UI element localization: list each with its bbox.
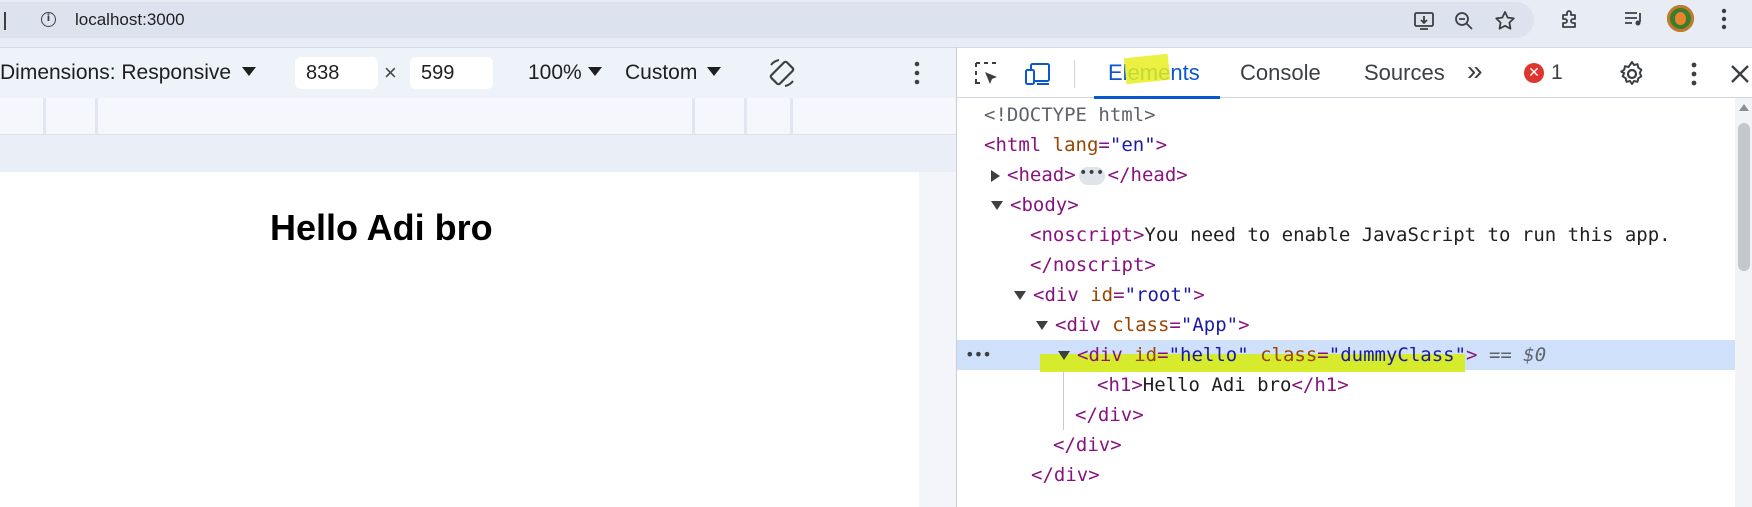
- tree-row-body[interactable]: <body>: [957, 190, 1735, 220]
- tree-row-div-close[interactable]: </div>: [957, 430, 1735, 460]
- row-menu-icon[interactable]: •••: [965, 340, 992, 370]
- error-count[interactable]: 1: [1551, 61, 1563, 85]
- noscript-tag[interactable]: <noscript>: [1030, 224, 1144, 246]
- tree-row-div-close[interactable]: </div>: [957, 460, 1735, 490]
- throttle-dropdown[interactable]: Custom: [625, 61, 697, 85]
- collapse-arrow-icon[interactable]: [991, 201, 1003, 210]
- tab-sources[interactable]: Sources: [1364, 60, 1445, 86]
- zoom-dropdown[interactable]: 100%: [528, 61, 582, 85]
- attr-value[interactable]: "dummyClass": [1329, 344, 1466, 366]
- attr-name[interactable]: class: [1260, 344, 1317, 366]
- media-query-divider: [790, 98, 793, 134]
- zoom-chevron-icon[interactable]: [588, 67, 602, 76]
- tree-row-div-close[interactable]: </div>: [957, 400, 1735, 430]
- viewport-gutter: [919, 172, 956, 507]
- device-more-icon[interactable]: [914, 61, 920, 85]
- head-close-tag[interactable]: </head>: [1108, 164, 1188, 186]
- attr-name[interactable]: id: [1134, 344, 1157, 366]
- noscript-close-tag[interactable]: </noscript>: [1030, 250, 1156, 280]
- error-icon[interactable]: ✕: [1524, 63, 1544, 83]
- tab-separator: [1074, 60, 1075, 88]
- times-symbol: ×: [384, 60, 397, 85]
- attr-name[interactable]: id: [1090, 284, 1113, 306]
- address-bar[interactable]: i localhost:3000: [0, 2, 1534, 38]
- browser-menu-icon[interactable]: [1721, 8, 1727, 30]
- page-heading: Hello Adi bro: [270, 207, 493, 248]
- more-tabs-icon[interactable]: »: [1467, 55, 1483, 87]
- devtools-panel: Elements Console Sources » ✕ 1 <!DOCTYPE…: [956, 47, 1752, 507]
- h1-tag[interactable]: <h1>: [1097, 374, 1143, 396]
- close-devtools-icon[interactable]: [1725, 59, 1752, 89]
- selected-node-marker: == $0: [1488, 344, 1547, 366]
- attr-value[interactable]: "root": [1125, 284, 1194, 306]
- height-input[interactable]: 599: [410, 57, 493, 89]
- device-toolbar: Dimensions: Responsive 838 × 599 100% Cu…: [0, 47, 956, 98]
- devtools-tabbar: Elements Console Sources » ✕ 1: [957, 47, 1752, 99]
- attr-value[interactable]: "App": [1181, 314, 1238, 336]
- media-query-bar[interactable]: [0, 98, 956, 134]
- attr-name[interactable]: lang: [1053, 134, 1099, 156]
- tree-row-noscript-close[interactable]: </noscript>: [957, 250, 1735, 280]
- expand-arrow-icon[interactable]: [991, 169, 1000, 182]
- tab-console[interactable]: Console: [1240, 60, 1321, 86]
- attr-value[interactable]: "en": [1110, 134, 1156, 156]
- collapse-arrow-icon[interactable]: [1014, 291, 1026, 300]
- marker-highlight: [1123, 53, 1171, 85]
- devtools-menu-icon[interactable]: [1679, 59, 1709, 89]
- h1-text[interactable]: Hello Adi bro: [1143, 374, 1292, 396]
- tree-row-noscript[interactable]: <noscript>You need to enable JavaScript …: [957, 220, 1735, 250]
- attr-value[interactable]: "hello": [1169, 344, 1249, 366]
- device-toggle-icon[interactable]: [1023, 59, 1053, 89]
- ruler-bar: [0, 134, 956, 172]
- doctype-node[interactable]: <!DOCTYPE html>: [984, 100, 1156, 130]
- tree-row-head[interactable]: <head> ••• </head>: [957, 160, 1735, 190]
- div-close-tag[interactable]: </div>: [1075, 400, 1144, 430]
- media-query-divider: [43, 98, 46, 134]
- profile-avatar[interactable]: [1667, 5, 1694, 32]
- tree-row-html[interactable]: <html lang="en">: [957, 130, 1735, 160]
- tree-row-root[interactable]: <div id="root">: [957, 280, 1735, 310]
- bookmark-star-icon[interactable]: [1493, 9, 1517, 33]
- collapsed-ellipsis[interactable]: •••: [1078, 166, 1105, 185]
- site-info-icon[interactable]: i: [41, 12, 56, 27]
- install-app-icon[interactable]: [1412, 9, 1436, 33]
- inspect-element-icon[interactable]: [972, 59, 1002, 89]
- media-query-divider: [95, 98, 98, 134]
- attr-name[interactable]: class: [1112, 314, 1169, 336]
- collapse-arrow-icon[interactable]: [1036, 321, 1048, 330]
- div-close-tag[interactable]: </div>: [1053, 430, 1122, 460]
- rotate-icon[interactable]: [765, 56, 799, 90]
- div-tag[interactable]: <div: [1033, 284, 1079, 306]
- zoom-icon[interactable]: [1452, 9, 1476, 33]
- h1-close-tag[interactable]: </h1>: [1291, 374, 1348, 396]
- media-query-divider: [692, 98, 695, 134]
- browser-toolbar: i localhost:3000: [0, 0, 1752, 47]
- tree-row-h1[interactable]: <h1>Hello Adi bro</h1>: [957, 370, 1735, 400]
- div-close-tag[interactable]: </div>: [1031, 460, 1100, 490]
- tree-row-hello-selected[interactable]: ••• <div id="hello" class="dummyClass"> …: [957, 340, 1735, 372]
- div-tag[interactable]: <div: [1055, 314, 1101, 336]
- extensions-icon[interactable]: [1558, 7, 1582, 31]
- collapse-arrow-icon[interactable]: [1058, 351, 1070, 360]
- media-control-icon[interactable]: [1622, 7, 1646, 31]
- url-text[interactable]: localhost:3000: [75, 10, 185, 30]
- tree-row-doctype[interactable]: <!DOCTYPE html>: [957, 100, 1735, 130]
- elements-tree[interactable]: <!DOCTYPE html> <html lang="en"> <head> •…: [957, 98, 1735, 507]
- scroll-up-arrow-icon[interactable]: [1739, 104, 1749, 111]
- dimensions-chevron-icon[interactable]: [242, 67, 256, 76]
- noscript-text[interactable]: You need to enable JavaScript to run thi…: [1144, 224, 1670, 246]
- page-viewport: Hello Adi bro: [0, 172, 919, 507]
- width-input[interactable]: 838: [295, 57, 378, 89]
- body-tag[interactable]: <body>: [1010, 194, 1079, 216]
- tab-edge: [0, 12, 6, 30]
- dimensions-dropdown[interactable]: Dimensions: Responsive: [0, 61, 231, 85]
- scrollbar-thumb[interactable]: [1738, 123, 1750, 271]
- div-tag[interactable]: <div: [1077, 344, 1123, 366]
- tree-row-app[interactable]: <div class="App">: [957, 310, 1735, 340]
- html-tag[interactable]: <html: [984, 134, 1041, 156]
- settings-gear-icon[interactable]: [1617, 59, 1647, 89]
- throttle-chevron-icon[interactable]: [707, 67, 721, 76]
- head-tag[interactable]: <head>: [1007, 164, 1076, 186]
- media-query-divider: [744, 98, 747, 134]
